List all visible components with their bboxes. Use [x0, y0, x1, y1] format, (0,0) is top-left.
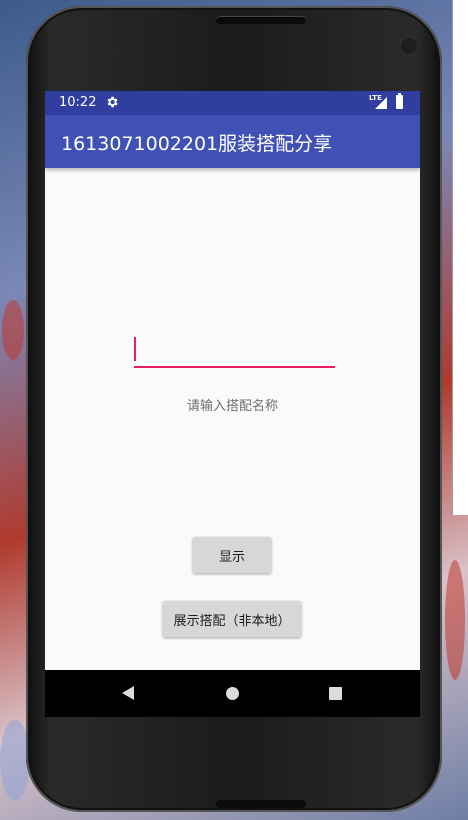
app-title: 1613071002201服装搭配分享	[61, 133, 333, 155]
outfit-name-input[interactable]	[134, 334, 335, 368]
battery-icon	[396, 93, 403, 109]
top-speaker	[216, 16, 306, 24]
device-screen: 10:22 LTE 1613071002201服装搭配分享 请输入搭配名称 显示…	[45, 91, 420, 717]
show-outfit-online-button[interactable]: 展示搭配（非本地）	[163, 601, 301, 637]
text-cursor	[134, 337, 136, 361]
recents-icon[interactable]	[329, 687, 342, 700]
front-camera	[401, 38, 417, 54]
signal-icon	[375, 97, 387, 109]
wallpaper-fleck	[2, 300, 24, 360]
status-bar: 10:22 LTE	[45, 91, 420, 115]
back-icon[interactable]	[122, 686, 134, 700]
show-button[interactable]: 显示	[193, 537, 271, 573]
outfit-name-hint: 请输入搭配名称	[186, 399, 278, 414]
background-window-edge	[452, 0, 468, 515]
navigation-bar	[45, 670, 420, 717]
wallpaper-fleck	[445, 560, 465, 680]
home-icon[interactable]	[226, 687, 239, 700]
sensor-dots	[98, 42, 126, 61]
app-bar: 1613071002201服装搭配分享	[45, 115, 420, 168]
status-time: 10:22	[59, 95, 97, 110]
gear-icon	[107, 96, 118, 108]
bottom-speaker	[216, 800, 306, 808]
